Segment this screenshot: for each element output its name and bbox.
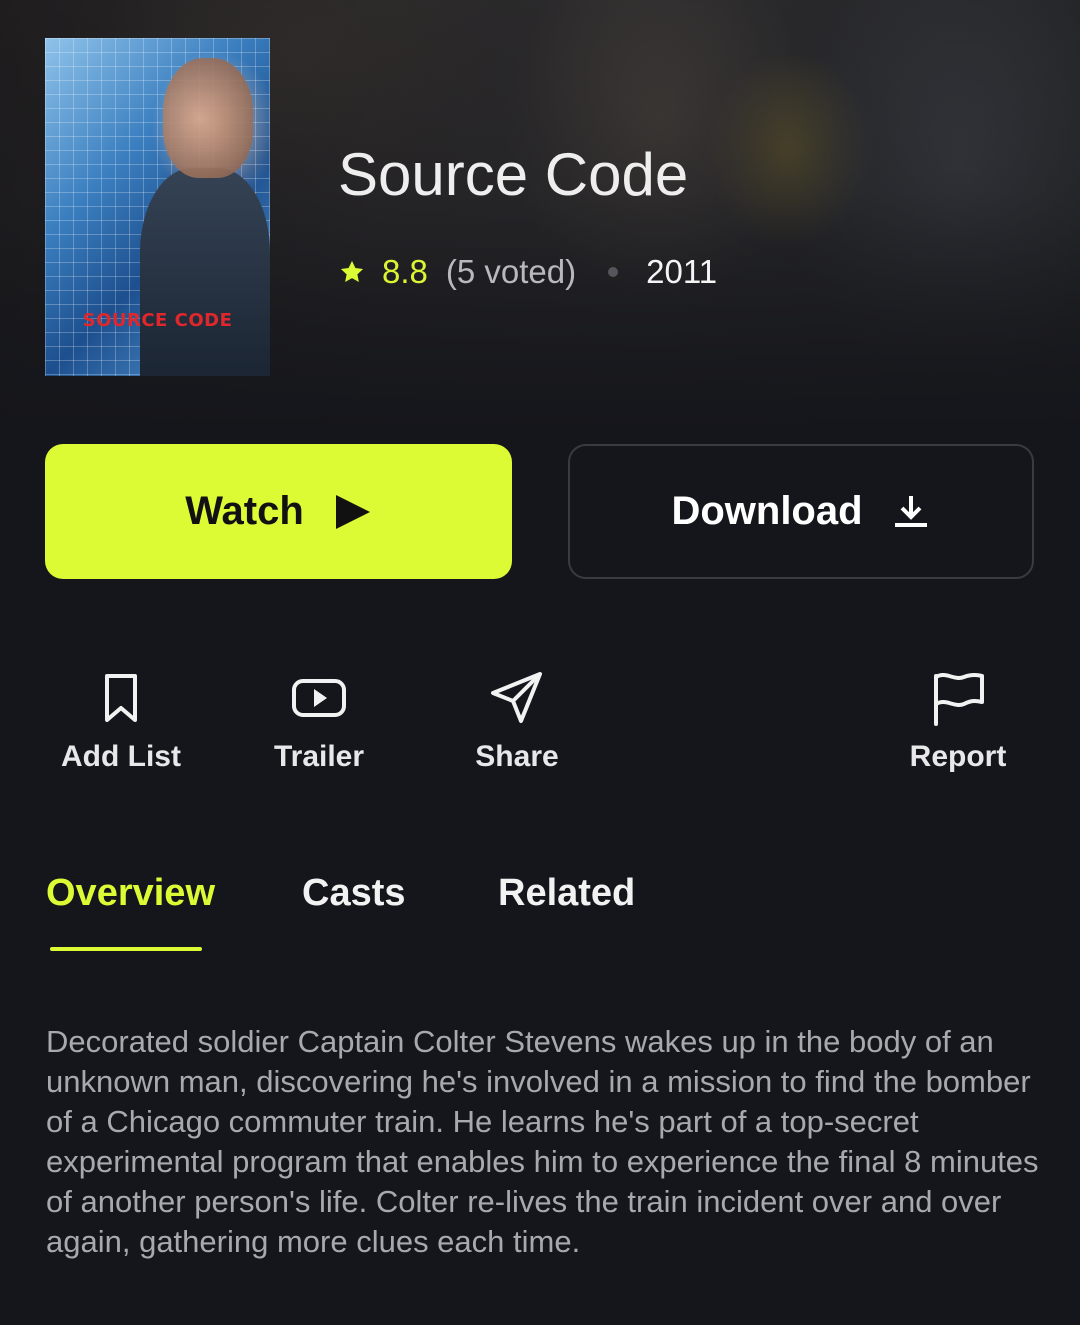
tab-casts[interactable]: Casts — [302, 872, 406, 915]
movie-detail-screen: SOURCE CODE Source Code 8.8 (5 voted) 20… — [0, 0, 1080, 1325]
report-label: Report — [909, 740, 1007, 773]
poster-title-text: SOURCE CODE — [82, 310, 233, 331]
play-video-icon — [292, 679, 346, 717]
report-action[interactable]: Report — [878, 668, 1038, 774]
share-action[interactable]: Share — [437, 668, 597, 774]
download-button-label: Download — [671, 489, 863, 533]
rating-value: 8.8 — [382, 253, 428, 290]
separator-dot — [608, 267, 619, 277]
poster-figure-body — [140, 168, 270, 376]
overview-text: Decorated soldier Captain Colter Stevens… — [46, 1024, 1039, 1259]
movie-poster: SOURCE CODE — [45, 38, 270, 376]
trailer-action[interactable]: Trailer — [239, 668, 399, 774]
share-label: Share — [475, 740, 559, 773]
download-icon — [891, 492, 931, 532]
vote-count: (5 voted) — [445, 253, 577, 290]
play-icon — [332, 492, 372, 532]
tab-overview[interactable]: Overview — [46, 872, 215, 915]
flag-icon — [934, 673, 984, 726]
send-icon — [491, 672, 542, 723]
tab-related[interactable]: Related — [498, 872, 635, 915]
active-tab-indicator — [50, 947, 202, 951]
download-button[interactable]: Download — [568, 444, 1034, 579]
bookmark-icon — [105, 674, 137, 722]
poster-figure-face — [163, 58, 253, 178]
release-year: 2011 — [646, 253, 718, 290]
add-list-action[interactable]: Add List — [41, 668, 201, 774]
watch-button-label: Watch — [185, 489, 304, 533]
trailer-label: Trailer — [273, 740, 365, 773]
movie-meta: 8.8 (5 voted) 2011 — [338, 252, 717, 292]
watch-button[interactable]: Watch — [45, 444, 512, 579]
movie-title: Source Code — [338, 141, 689, 208]
add-list-label: Add List — [61, 740, 181, 773]
star-icon — [340, 260, 364, 283]
